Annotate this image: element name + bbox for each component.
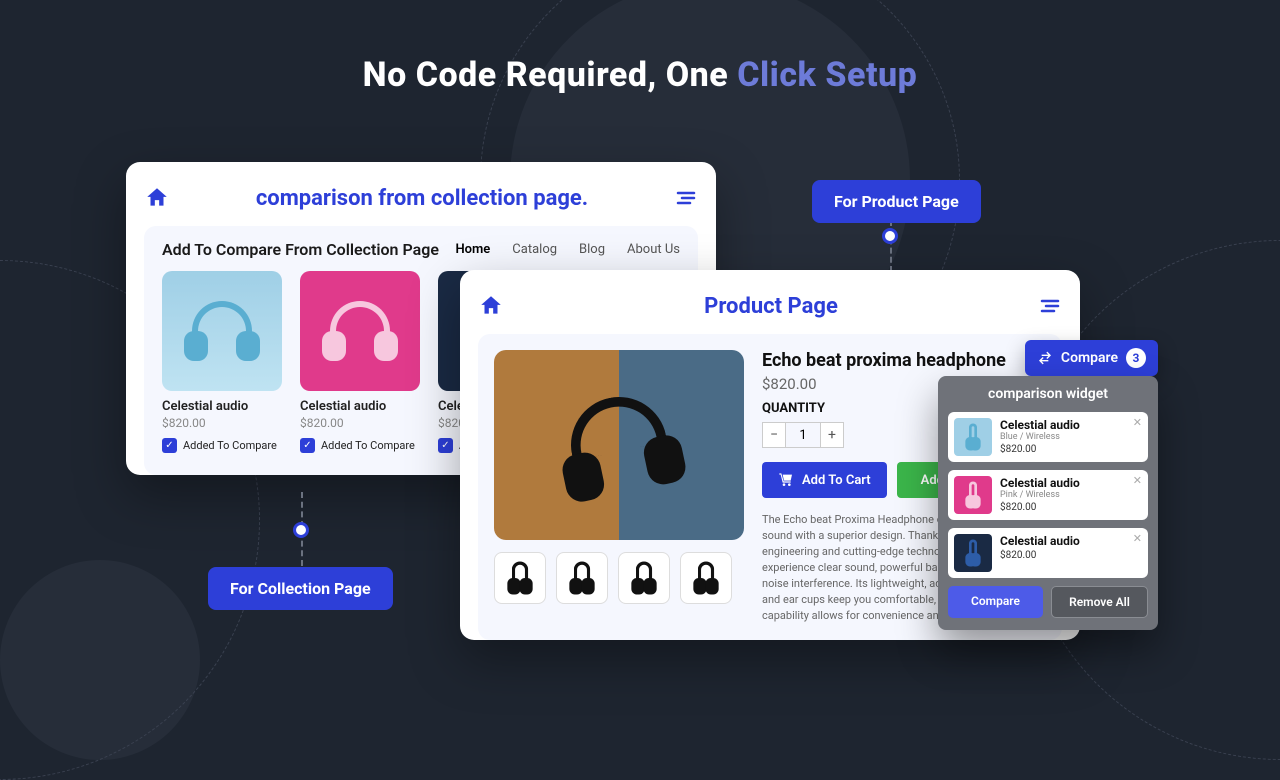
compare-count-badge: 3 bbox=[1126, 348, 1146, 368]
qty-increase-button[interactable]: + bbox=[820, 422, 844, 448]
product-thumbnail[interactable] bbox=[556, 552, 608, 604]
product-thumbnail[interactable] bbox=[494, 552, 546, 604]
compare-checkbox[interactable]: ✓ bbox=[300, 438, 315, 453]
widget-thumb bbox=[954, 534, 992, 572]
product-name: Celestial audio bbox=[162, 399, 282, 414]
widget-title: comparison widget bbox=[948, 386, 1148, 402]
nav-home[interactable]: Home bbox=[455, 242, 490, 257]
product-name: Celestial audio bbox=[300, 399, 420, 414]
connector-dot bbox=[293, 522, 309, 538]
for-collection-page-button[interactable]: For Collection Page bbox=[208, 567, 393, 610]
widget-remove-icon[interactable]: ✕ bbox=[1133, 416, 1142, 429]
for-product-page-button[interactable]: For Product Page bbox=[812, 180, 981, 223]
menu-icon[interactable] bbox=[674, 186, 698, 210]
home-icon[interactable] bbox=[144, 185, 170, 211]
collection-subtitle: Add To Compare From Collection Page bbox=[162, 240, 455, 259]
widget-remove-icon[interactable]: ✕ bbox=[1133, 474, 1142, 487]
compare-status: Added To Compare bbox=[321, 439, 415, 452]
product-page-title: Product Page bbox=[518, 294, 1024, 319]
nav-about[interactable]: About Us bbox=[627, 242, 680, 257]
widget-item: Celestial audioPink / Wireless$820.00 ✕ bbox=[948, 470, 1148, 520]
headline: No Code Required, One Click Setup bbox=[0, 55, 1280, 95]
cart-icon bbox=[778, 472, 794, 488]
product-price: $820.00 bbox=[300, 416, 420, 430]
product-card[interactable]: Celestial audio $820.00 ✓ Added To Compar… bbox=[162, 271, 282, 453]
qty-value: 1 bbox=[786, 422, 820, 448]
product-card[interactable]: Celestial audio $820.00 ✓ Added To Compar… bbox=[300, 271, 420, 453]
product-thumbnail[interactable] bbox=[618, 552, 670, 604]
collection-title: comparison from collection page. bbox=[184, 186, 660, 211]
widget-remove-all-button[interactable]: Remove All bbox=[1051, 586, 1148, 618]
nav-blog[interactable]: Blog bbox=[579, 242, 605, 257]
product-price: $820.00 bbox=[162, 416, 282, 430]
widget-item: Celestial audioBlue / Wireless$820.00 ✕ bbox=[948, 412, 1148, 462]
nav-catalog[interactable]: Catalog bbox=[512, 242, 557, 257]
compare-checkbox[interactable]: ✓ bbox=[438, 438, 453, 453]
compare-status: Added To Compare bbox=[183, 439, 277, 452]
widget-item: Celestial audio$820.00 ✕ bbox=[948, 528, 1148, 578]
qty-decrease-button[interactable]: − bbox=[762, 422, 786, 448]
compare-checkbox[interactable]: ✓ bbox=[162, 438, 177, 453]
product-image bbox=[162, 271, 282, 391]
widget-compare-button[interactable]: Compare bbox=[948, 586, 1043, 618]
product-image bbox=[300, 271, 420, 391]
widget-thumb bbox=[954, 476, 992, 514]
home-icon[interactable] bbox=[478, 293, 504, 319]
product-title: Echo beat proxima headphone bbox=[762, 350, 1046, 371]
swap-icon bbox=[1037, 350, 1053, 366]
widget-thumb bbox=[954, 418, 992, 456]
widget-remove-icon[interactable]: ✕ bbox=[1133, 532, 1142, 545]
connector-dot bbox=[882, 228, 898, 244]
menu-icon[interactable] bbox=[1038, 294, 1062, 318]
product-thumbnail[interactable] bbox=[680, 552, 732, 604]
compare-floating-button[interactable]: Compare 3 bbox=[1025, 340, 1158, 376]
comparison-widget: comparison widget Celestial audioBlue / … bbox=[938, 376, 1158, 630]
add-to-cart-button[interactable]: Add To Cart bbox=[762, 462, 887, 498]
collection-nav: Home Catalog Blog About Us bbox=[455, 242, 680, 257]
product-main-image bbox=[494, 350, 744, 540]
